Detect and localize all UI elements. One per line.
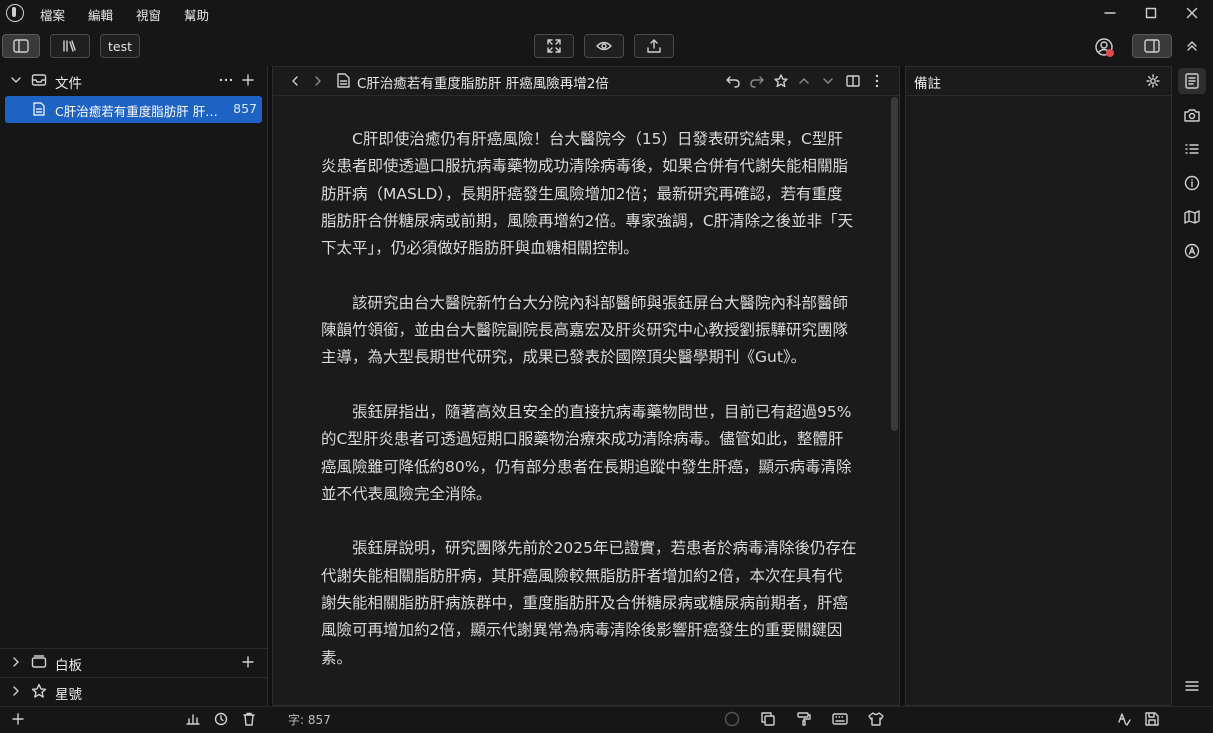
more-options-icon[interactable]: [219, 74, 233, 86]
chevron-right-icon[interactable]: [10, 656, 22, 668]
menu-file[interactable]: 檔案: [40, 5, 65, 24]
chevron-right-icon[interactable]: [10, 685, 22, 697]
upload-icon: [647, 39, 661, 53]
notes-header: [905, 66, 1172, 96]
menu-window[interactable]: 視窗: [136, 5, 161, 24]
document-icon: [33, 102, 45, 116]
document-icon: [337, 73, 350, 88]
fullscreen-button[interactable]: [534, 34, 574, 58]
share-button[interactable]: [634, 34, 674, 58]
user-avatar-icon: [1095, 38, 1114, 57]
sidebar-left-icon: [13, 39, 29, 53]
format-painter-icon[interactable]: [796, 711, 812, 727]
add-file-icon[interactable]: [242, 74, 254, 86]
menu-icon[interactable]: [1182, 676, 1202, 696]
redo-icon[interactable]: [750, 74, 764, 88]
star-icon[interactable]: [774, 74, 788, 88]
paragraph[interactable]: 張鈺屏說明，研究團隊先前於2025年已證實，若患者於病毒清除後仍存在代謝失能相關…: [321, 535, 857, 671]
close-icon[interactable]: [1172, 0, 1212, 26]
editor-scrollbar[interactable]: [891, 97, 898, 431]
camera-icon[interactable]: [1182, 105, 1202, 125]
notes-title: 備註: [914, 76, 941, 92]
maximize-icon[interactable]: [1131, 0, 1171, 26]
paragraph[interactable]: C肝即使治癒仍有肝癌風險！台大醫院今（15）日發表研究結果，C型肝炎患者即使透過…: [321, 126, 857, 262]
whiteboard-icon: [31, 654, 47, 670]
chevron-down-icon[interactable]: [822, 75, 834, 87]
divider: [0, 677, 267, 678]
sidebar-toggle-button[interactable]: [2, 34, 40, 58]
word-count: 字: 857: [288, 713, 331, 727]
sidebar-right-icon: [1144, 39, 1160, 53]
right-rail: [1172, 66, 1213, 706]
back-icon[interactable]: [289, 75, 301, 87]
info-icon[interactable]: [1182, 173, 1202, 193]
more-vertical-icon[interactable]: [872, 74, 882, 88]
menu-edit[interactable]: 編輯: [88, 5, 113, 24]
chevron-down-icon[interactable]: [10, 74, 22, 86]
spellcheck-icon[interactable]: [1116, 711, 1132, 727]
preview-button[interactable]: [584, 34, 624, 58]
file-item-count: 857: [233, 101, 257, 116]
minimize-icon[interactable]: [1090, 0, 1130, 26]
editor-bottom-mask: [273, 693, 889, 705]
divider: [0, 648, 267, 649]
starred-section-label[interactable]: 星號: [55, 683, 82, 703]
fullscreen-icon: [547, 39, 561, 53]
library-icon: [63, 40, 76, 52]
file-item-title: C肝治癒若有重度脂肪肝 肝癌風險再增2倍: [55, 104, 225, 119]
notes-panel: [905, 66, 1172, 706]
focus-circle-icon[interactable]: [724, 711, 740, 727]
document-body[interactable]: C肝即使治癒仍有肝癌風險！台大醫院今（15）日發表研究結果，C型肝炎患者即使透過…: [321, 126, 857, 699]
eye-icon: [596, 41, 612, 51]
keyboard-icon[interactable]: [832, 711, 848, 727]
stats-chart-icon[interactable]: [185, 711, 201, 727]
menu-help[interactable]: 幫助: [184, 5, 209, 24]
forward-icon[interactable]: [312, 75, 324, 87]
status-bar: [0, 706, 1213, 733]
paragraph[interactable]: 該研究由台大醫院新竹台大分院內科部醫師與張鈺屏台大醫院內科部醫師陳韻竹領銜，並由…: [321, 290, 857, 372]
theme-shirt-icon[interactable]: [868, 711, 884, 727]
notes-page-icon[interactable]: [1182, 71, 1202, 91]
account-button[interactable]: [1094, 37, 1116, 59]
add-icon[interactable]: [10, 711, 26, 727]
tab-test[interactable]: test: [100, 34, 140, 58]
add-whiteboard-icon[interactable]: [242, 656, 254, 668]
whiteboard-section-label[interactable]: 白板: [55, 654, 82, 674]
app-logo-icon: [6, 4, 24, 22]
undo-icon[interactable]: [726, 74, 740, 88]
split-view-icon[interactable]: [846, 74, 860, 88]
chevron-up-icon[interactable]: [798, 75, 810, 87]
star-icon: [31, 683, 47, 699]
outline-list-icon[interactable]: [1182, 139, 1202, 159]
files-section-label[interactable]: 文件: [55, 72, 82, 92]
trash-icon[interactable]: [241, 711, 257, 727]
at-sign-icon[interactable]: [1182, 241, 1202, 261]
right-panel-toggle-button[interactable]: [1132, 34, 1172, 58]
paragraph[interactable]: 張鈺屏指出，隨著高效且安全的直接抗病毒藥物問世，目前已有超過95%的C型肝炎患者…: [321, 399, 857, 508]
sidebar: [0, 66, 268, 706]
title-bar: [0, 0, 1213, 26]
document-title[interactable]: C肝治癒若有重度脂肪肝 肝癌風險再增2倍: [357, 72, 609, 92]
save-icon[interactable]: [1144, 711, 1160, 727]
map-icon[interactable]: [1182, 207, 1202, 227]
gear-icon[interactable]: [1146, 74, 1160, 88]
file-list-item[interactable]: C肝治癒若有重度脂肪肝 肝癌風險再增2倍 857: [5, 96, 262, 123]
history-clock-icon[interactable]: [213, 711, 229, 727]
library-button[interactable]: [50, 34, 90, 58]
copy-icon[interactable]: [760, 711, 776, 727]
inbox-icon: [31, 72, 47, 88]
collapse-up-icon[interactable]: [1184, 38, 1200, 54]
